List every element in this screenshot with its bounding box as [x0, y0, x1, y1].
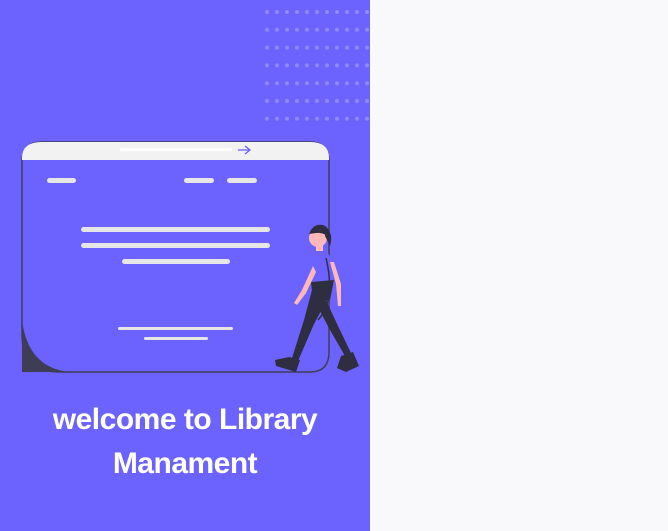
content-panel [370, 0, 668, 531]
welcome-line-2: Manament [112, 447, 258, 480]
welcome-line-1: welcome to Library [52, 403, 318, 436]
welcome-heading: welcome to Library Manament [0, 398, 370, 486]
hero-illustration [21, 141, 359, 373]
welcome-panel: welcome to Library Manament [0, 0, 370, 531]
browser-window-illustration [21, 141, 330, 373]
